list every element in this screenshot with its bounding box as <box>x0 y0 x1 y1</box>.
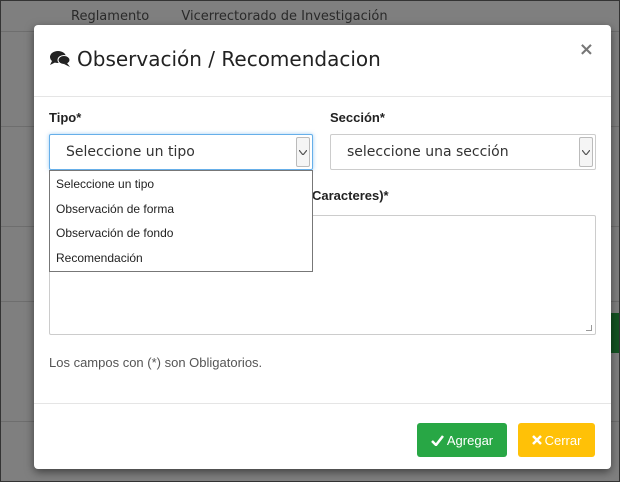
observation-modal: Observación / Recomendacion × Tipo* Secc… <box>34 25 611 469</box>
dropdown-option[interactable]: Observación de forma <box>50 196 312 221</box>
modal-header: Observación / Recomendacion × <box>34 25 611 97</box>
comments-icon <box>50 51 71 67</box>
seccion-label: Sección* <box>330 110 385 125</box>
dropdown-option[interactable]: Seleccione un tipo <box>50 171 312 196</box>
close-button[interactable]: × <box>579 39 594 60</box>
resize-grip-icon[interactable] <box>586 325 592 331</box>
tipo-label: Tipo* <box>49 110 82 125</box>
times-icon <box>531 435 542 445</box>
add-button-label: Agregar <box>446 432 494 448</box>
close-modal-button[interactable]: Cerrar <box>518 423 595 457</box>
seccion-select-value: seleccione una sección <box>347 144 509 160</box>
modal-footer: Agregar Cerrar <box>34 403 611 469</box>
tipo-select-value: Seleccione un tipo <box>66 144 195 160</box>
tipo-dropdown-list: Seleccione un tipo Observación de forma … <box>49 170 313 272</box>
modal-title-text: Observación / Recomendacion <box>77 47 381 71</box>
dropdown-option[interactable]: Observación de fondo <box>50 220 312 245</box>
seccion-select[interactable]: seleccione una sección <box>330 134 596 170</box>
required-fields-note: Los campos con (*) son Obligatorios. <box>49 355 263 370</box>
close-button-label: Cerrar <box>544 432 582 448</box>
dropdown-option[interactable]: Recomendación <box>50 245 312 270</box>
tipo-select[interactable]: Seleccione un tipo <box>49 134 313 170</box>
check-icon <box>430 434 444 446</box>
modal-title: Observación / Recomendacion <box>49 47 381 71</box>
description-label: Caracteres)* <box>312 188 389 203</box>
chevron-down-icon[interactable] <box>296 137 310 167</box>
add-button[interactable]: Agregar <box>417 423 507 457</box>
chevron-down-icon[interactable] <box>579 137 593 167</box>
